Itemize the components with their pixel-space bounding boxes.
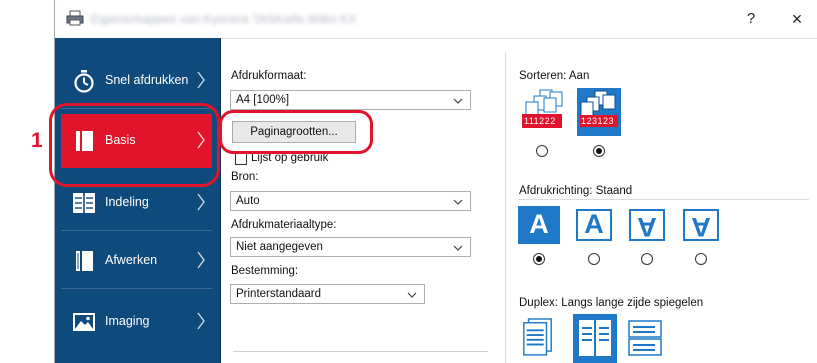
duplex-long-edge-icon[interactable]: [573, 314, 617, 363]
collate-label-text: Sorteren:: [519, 70, 567, 82]
column-divider: [505, 52, 506, 363]
orientation-portrait-rotated-button[interactable]: A: [626, 206, 668, 244]
source-select[interactable]: Auto: [230, 191, 471, 211]
source-label: Bron:: [231, 171, 259, 183]
duplex-value: Langs lange zijde spiegelen: [561, 297, 704, 309]
sidebar-item-label: Afwerken: [105, 253, 158, 267]
media-type-value: Niet aangegeven: [236, 241, 323, 253]
destination-select[interactable]: Printerstandaard: [230, 284, 425, 304]
close-button[interactable]: ×: [782, 6, 812, 32]
sidebar-item-label: Snel afdrukken: [105, 73, 189, 87]
collate-value: Aan: [568, 70, 590, 82]
chevron-right-icon: [197, 71, 205, 89]
print-size-value: A4 [100%]: [236, 94, 290, 106]
sidebar-item-afwerken[interactable]: Afwerken: [61, 234, 212, 289]
printer-icon: [66, 10, 84, 26]
chevron-down-icon: [453, 245, 463, 251]
orientation-divider: [519, 199, 809, 200]
image-icon: [73, 313, 95, 331]
duplex-label-text: Duplex:: [519, 297, 558, 309]
section-divider: [233, 351, 488, 352]
uncollated-strip: 111222: [524, 116, 556, 126]
stopwatch-icon: [74, 70, 94, 93]
chevron-right-icon: [197, 193, 205, 211]
source-value: Auto: [236, 195, 260, 207]
sidebar-item-label: Indeling: [105, 195, 149, 209]
orientation-portrait-radio[interactable]: [533, 253, 545, 265]
duplex-label: Duplex: Langs lange zijde spiegelen: [519, 297, 703, 309]
help-button[interactable]: ?: [736, 6, 766, 32]
destination-value: Printerstandaard: [236, 288, 322, 300]
window-title: Eigenschappen van Kyocera TASKalfa 308ci…: [91, 12, 357, 26]
chevron-down-icon: [453, 199, 463, 205]
callout-1: 1: [31, 129, 43, 152]
orientation-landscape-button[interactable]: A: [573, 206, 615, 244]
title-bar: Eigenschappen van Kyocera TASKalfa 308ci…: [55, 0, 817, 39]
chevron-right-icon: [197, 251, 205, 269]
sidebar: Snel afdrukken Basis Indeling Afwerken I…: [55, 38, 221, 363]
chevron-down-icon: [407, 292, 417, 298]
collate-label: Sorteren: Aan: [519, 70, 589, 82]
collated-option-icon[interactable]: [577, 88, 621, 136]
media-type-select[interactable]: Niet aangegeven: [230, 237, 471, 257]
callout-2-highlight: [219, 110, 373, 154]
orientation-label-text: Afdrukrichting:: [519, 185, 593, 197]
orientation-portrait-rotated-glyph: A: [637, 212, 657, 242]
print-size-select[interactable]: A4 [100%]: [230, 90, 471, 110]
sidebar-item-imaging[interactable]: Imaging: [61, 295, 212, 349]
print-size-label: Afdrukformaat:: [231, 70, 307, 82]
media-type-label: Afdrukmateriaaltype:: [231, 219, 337, 231]
orientation-landscape-rotated-glyph: A: [691, 212, 711, 242]
collated-strip: 123123: [581, 116, 615, 126]
orientation-portrait-rotated-radio[interactable]: [641, 253, 653, 265]
chevron-right-icon: [197, 312, 205, 330]
orientation-portrait-button[interactable]: A: [518, 206, 560, 244]
orientation-portrait-glyph: A: [529, 209, 549, 239]
layout-icon: [73, 193, 95, 213]
orientation-value: Staand: [595, 185, 633, 197]
orientation-label: Afdrukrichting: Staand: [519, 185, 632, 197]
callout-1-highlight: [49, 103, 220, 187]
duplex-off-icon[interactable]: [521, 316, 555, 356]
chevron-down-icon: [453, 98, 463, 104]
list-in-use-checkbox[interactable]: [235, 153, 247, 165]
orientation-landscape-rotated-button[interactable]: A: [680, 206, 722, 244]
book-icon: [579, 320, 611, 356]
duplex-short-edge-icon[interactable]: [625, 318, 665, 358]
destination-label: Bestemming:: [231, 265, 299, 277]
orientation-landscape-radio[interactable]: [588, 253, 600, 265]
uncollated-option-icon[interactable]: [520, 88, 564, 136]
sidebar-item-snel-afdrukken[interactable]: Snel afdrukken: [61, 54, 212, 109]
collated-stack-icon: [580, 90, 618, 127]
uncollated-stack-icon: [522, 89, 563, 128]
collated-radio[interactable]: [593, 145, 605, 157]
uncollated-radio[interactable]: [536, 145, 548, 157]
orientation-landscape-glyph: A: [584, 209, 604, 239]
finishing-icon: [76, 251, 93, 271]
sidebar-item-label: Imaging: [105, 314, 150, 328]
orientation-landscape-rotated-radio[interactable]: [695, 253, 707, 265]
